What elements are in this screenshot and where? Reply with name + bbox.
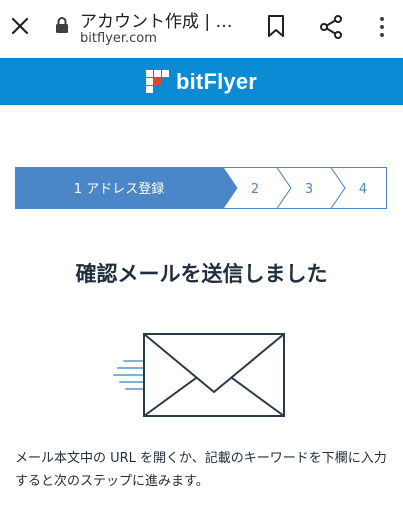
instruction-text: メール本文中の URL を開くか、記載のキーワードを下欄に入力すると次のステップ… (15, 451, 387, 489)
page-title-text: アカウント作成 | … (80, 12, 233, 32)
menu-dot (380, 25, 384, 29)
lock-icon[interactable] (55, 16, 71, 34)
step-3-label: 3 (305, 182, 313, 197)
progress-stepper: 1 アドレス登録 2 3 4 (15, 167, 387, 209)
brand-header: bitFlyer (0, 58, 403, 105)
menu-dot (380, 17, 384, 21)
browser-toolbar: アカウント作成 | … bitflyer.com (0, 0, 403, 58)
confirmation-heading: 確認メールを送信しました (75, 262, 328, 286)
more-menu-icon[interactable] (372, 14, 392, 40)
bookmark-icon[interactable] (265, 14, 289, 40)
url-text[interactable]: bitflyer.com (80, 31, 157, 46)
bitflyer-logo-icon (145, 69, 170, 94)
close-icon[interactable] (6, 12, 34, 40)
step-1-label: 1 アドレス登録 (74, 182, 164, 197)
menu-dot (380, 33, 384, 37)
brand-name: bitFlyer (175, 68, 258, 94)
step-4-label: 4 (359, 182, 367, 197)
step-2-label: 2 (251, 182, 259, 197)
envelope-icon (110, 330, 290, 420)
share-icon[interactable] (318, 14, 344, 40)
